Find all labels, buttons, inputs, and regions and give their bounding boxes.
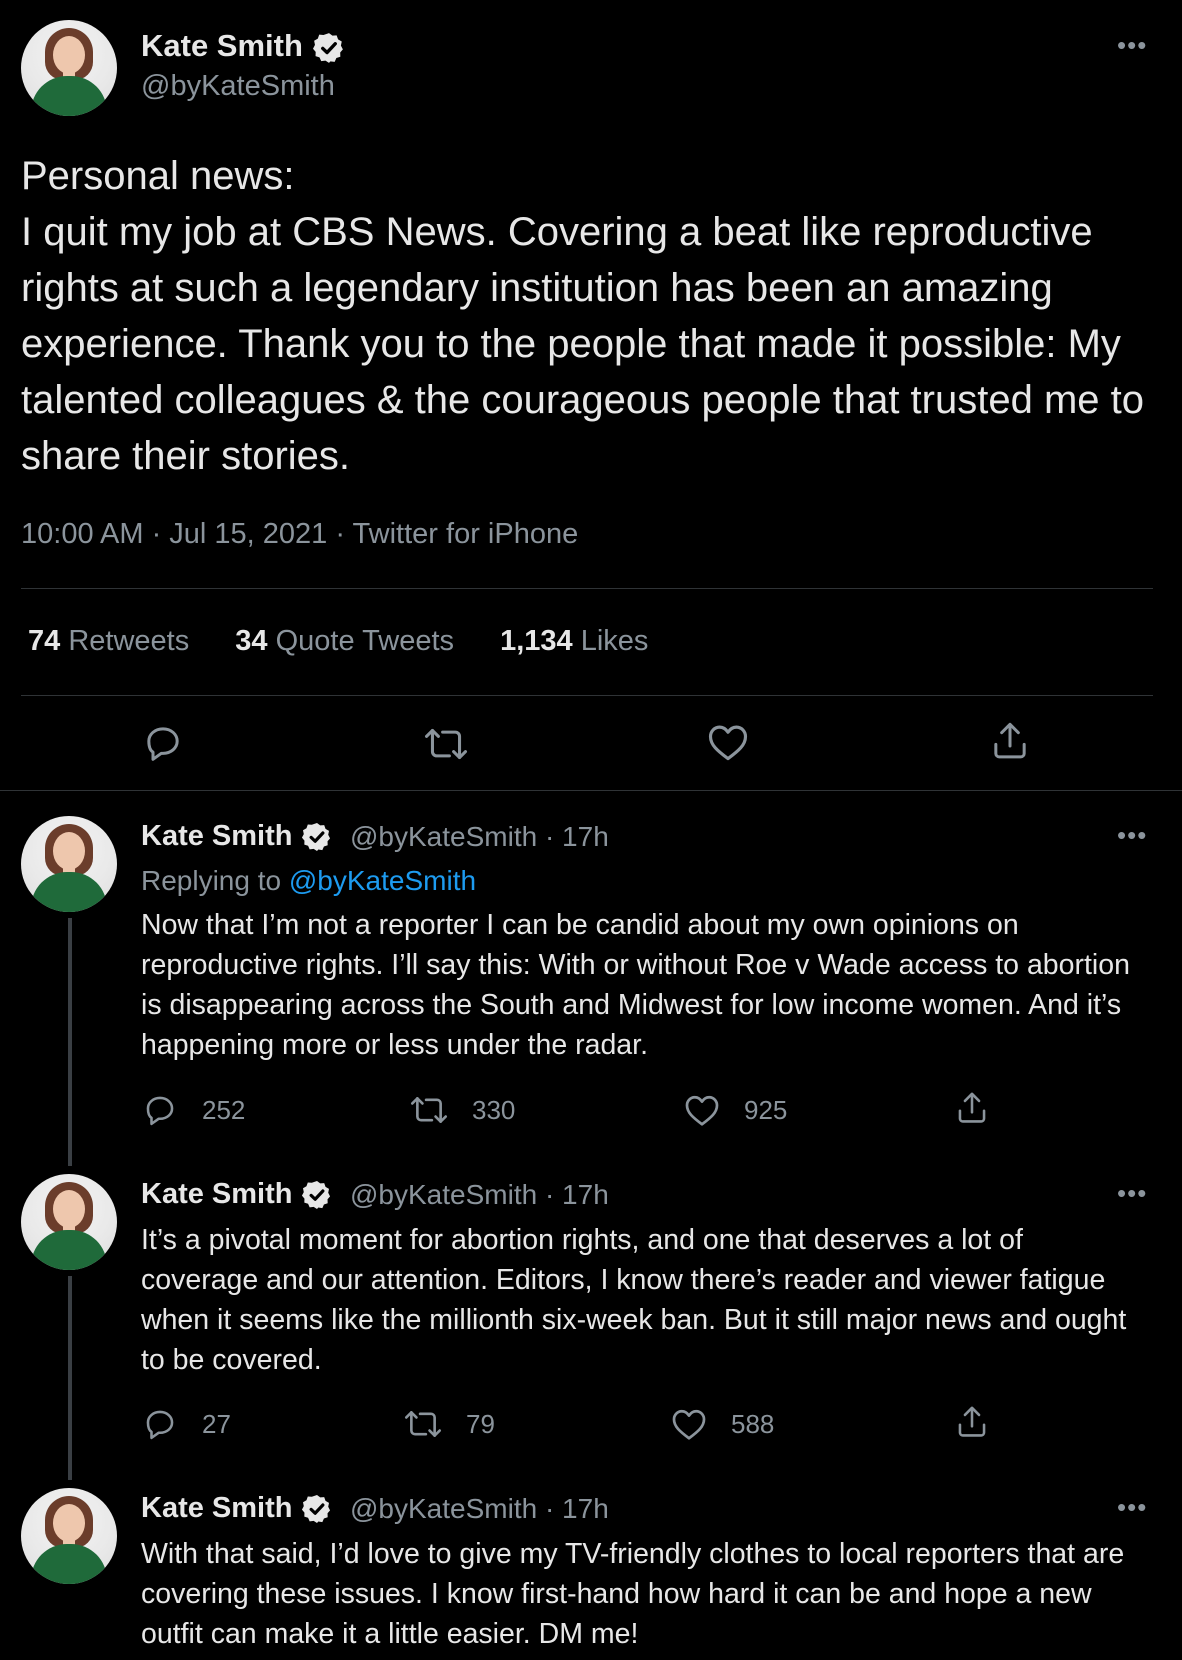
reply-button[interactable] [143,1093,177,1127]
retweet-icon [410,1097,448,1123]
thread-line [68,918,72,1166]
reply-meta[interactable]: @byKateSmith · 17h [350,1179,609,1211]
like-count: 588 [731,1409,775,1439]
like-count: 925 [744,1095,788,1125]
retweet-icon [425,728,467,760]
retweet-button[interactable] [424,725,468,763]
tweet-text: Personal news: I quit my job at CBS News… [21,154,1144,478]
share-icon [994,722,1026,759]
share-icon [958,1092,986,1123]
divider [21,588,1153,589]
reply-icon [146,1096,174,1126]
verified-badge-icon [312,32,343,63]
more-options-icon[interactable]: ••• [1117,1180,1147,1206]
more-options-icon[interactable]: ••• [1117,822,1147,848]
like-button[interactable] [671,1407,707,1441]
verified-badge-icon [301,1181,330,1210]
author-avatar[interactable] [21,20,117,116]
reply-meta[interactable]: @byKateSmith · 17h [350,1493,609,1525]
heart-icon [708,725,748,761]
reply-text: With that said, I’d love to give my TV-f… [141,1538,1125,1650]
tweet-stats: 74 Retweets 34 Quote Tweets 1,134 Likes [28,625,686,658]
likes-stat[interactable]: 1,134 Likes [500,625,648,657]
reply-text: It’s a pivotal moment for abortion right… [141,1224,1127,1376]
share-button[interactable] [955,1090,989,1126]
reply-button[interactable] [143,723,183,763]
replying-to-link[interactable]: @byKateSmith [289,865,476,896]
reply-count: 27 [202,1409,231,1439]
more-options-icon[interactable]: ••• [1117,1494,1147,1520]
retweet-count: 79 [466,1409,495,1439]
reply-text: Now that I’m not a reporter I can be can… [141,909,1130,1061]
retweet-button[interactable] [410,1094,448,1126]
quote-tweets-stat[interactable]: 34 Quote Tweets [235,625,454,657]
divider [0,790,1182,791]
share-button[interactable] [990,720,1030,762]
verified-badge-icon [301,1495,330,1524]
author-name[interactable]: Kate Smith [141,1492,333,1525]
reply-icon [146,1410,174,1440]
retweets-stat[interactable]: 74 Retweets [28,625,189,657]
heart-icon [685,1095,719,1126]
replying-to: Replying to @byKateSmith [141,865,477,896]
divider [21,695,1153,696]
author-avatar[interactable] [21,1174,117,1270]
reply-button[interactable] [143,1407,177,1441]
reply-count: 252 [202,1095,246,1125]
heart-icon [672,1409,706,1440]
verified-badge-icon [301,823,330,852]
thread-line [68,1276,72,1480]
author-name[interactable]: Kate Smith [141,28,346,65]
author-handle[interactable]: @byKateSmith [141,70,335,103]
retweet-count: 330 [472,1095,516,1125]
reply-icon [147,727,179,761]
share-button[interactable] [955,1404,989,1440]
author-name[interactable]: Kate Smith [141,820,333,853]
author-avatar[interactable] [21,1488,117,1584]
retweet-button[interactable] [404,1408,442,1440]
more-options-icon[interactable]: ••• [1117,32,1147,58]
tweet-meta[interactable]: 10:00 AM · Jul 15, 2021 · Twitter for iP… [21,518,578,551]
author-name[interactable]: Kate Smith [141,1178,333,1211]
author-avatar[interactable] [21,816,117,912]
retweet-icon [404,1411,442,1437]
like-button[interactable] [684,1093,720,1127]
reply-meta[interactable]: @byKateSmith · 17h [350,821,609,853]
like-button[interactable] [707,722,749,762]
share-icon [958,1406,986,1437]
